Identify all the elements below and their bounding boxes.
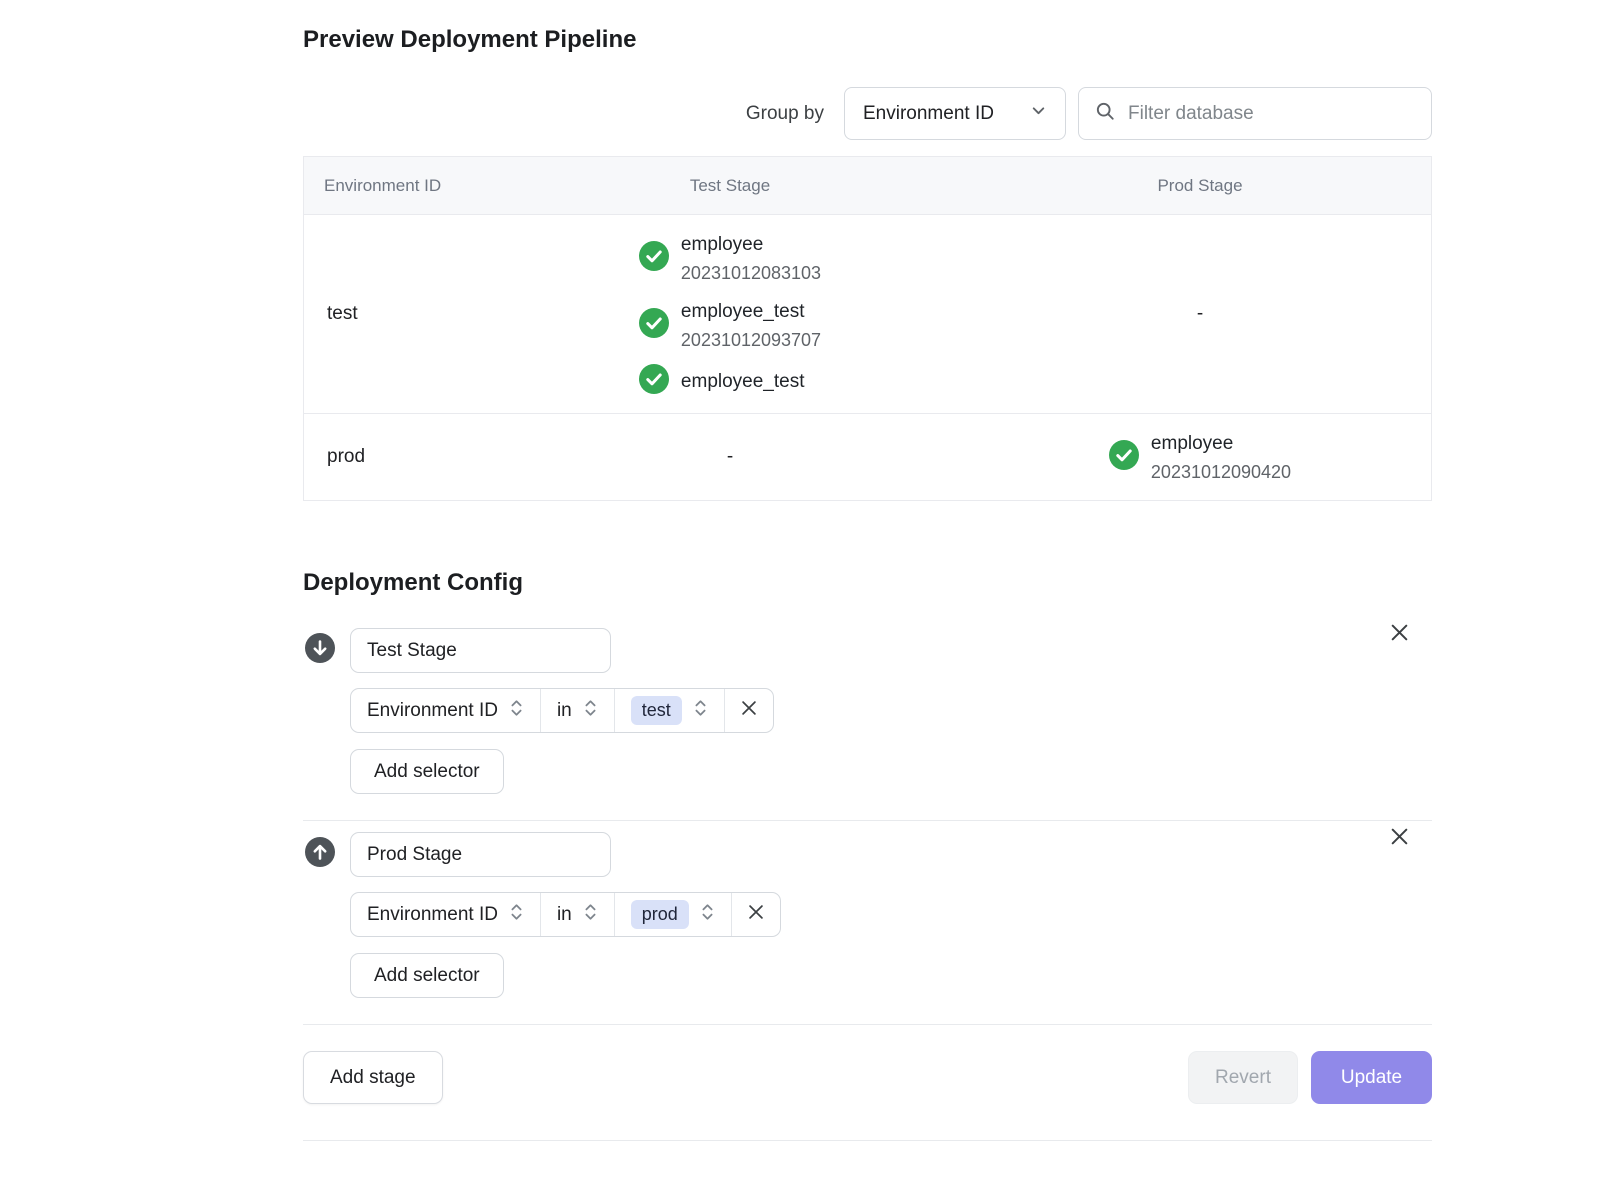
group-by-select[interactable]: Environment ID (844, 87, 1066, 140)
close-icon (1388, 825, 1411, 851)
test-stage-empty-cell: - (491, 446, 969, 468)
selector-value-select[interactable]: test (615, 689, 725, 732)
arrow-down-circle-icon (305, 633, 335, 668)
database-name: employee_test (681, 297, 821, 326)
check-circle-icon (639, 308, 669, 343)
chevron-up-down-icon (693, 699, 708, 723)
filter-database-field[interactable] (1078, 87, 1432, 140)
selector-operator-value: in (557, 904, 572, 926)
deployment-entry: employee 20231012090420 (1109, 429, 1291, 486)
check-circle-icon (1109, 440, 1139, 475)
stage-divider (303, 820, 1432, 821)
config-footer: Add stage Revert Update (303, 1051, 1432, 1104)
deployment-config-title: Deployment Config (303, 569, 1432, 597)
revert-button[interactable]: Revert (1188, 1051, 1298, 1104)
column-header-prod-stage: Prod Stage (969, 176, 1431, 196)
pipeline-toolbar: Group by Environment ID (303, 87, 1432, 140)
add-selector-button[interactable]: Add selector (350, 953, 504, 998)
prod-stage-empty-cell: - (969, 303, 1431, 325)
selector-value-pill: prod (631, 900, 689, 929)
footer-divider (303, 1024, 1432, 1025)
schema-version: 20231012083103 (681, 259, 821, 287)
stage-name-input[interactable] (350, 832, 611, 877)
table-row: test employee 20231012083103 (304, 215, 1431, 414)
database-name: employee_test (681, 367, 805, 396)
database-name: employee (681, 230, 821, 259)
selector-control: Environment ID in test (350, 688, 774, 733)
chevron-up-down-icon (509, 903, 524, 927)
group-by-selected-value: Environment ID (863, 103, 994, 125)
chevron-up-down-icon (583, 699, 598, 723)
search-icon (1095, 101, 1116, 127)
add-selector-button[interactable]: Add selector (350, 749, 504, 794)
database-name: employee (1151, 429, 1291, 458)
deployment-entry: employee_test (639, 364, 821, 399)
add-stage-button[interactable]: Add stage (303, 1051, 443, 1104)
column-header-test-stage: Test Stage (491, 176, 969, 196)
remove-selector-button[interactable] (732, 893, 780, 936)
selector-key-select[interactable]: Environment ID (351, 689, 541, 732)
remove-stage-button[interactable] (1386, 825, 1412, 851)
filter-database-input[interactable] (1128, 103, 1415, 125)
selector-key-value: Environment ID (367, 700, 498, 722)
table-row: prod - employee 20231012090420 (304, 414, 1431, 500)
selector-value-select[interactable]: prod (615, 893, 732, 936)
deployment-entry: employee_test 20231012093707 (639, 297, 821, 354)
stage-name-input[interactable] (350, 628, 611, 673)
stage-card-test: Environment ID in test (303, 628, 1432, 794)
schema-version: 20231012093707 (681, 326, 821, 354)
column-header-environment-id: Environment ID (304, 176, 491, 196)
selector-operator-value: in (557, 700, 572, 722)
selector-control: Environment ID in prod (350, 892, 781, 937)
close-icon (739, 698, 759, 724)
selector-operator-select[interactable]: in (541, 689, 615, 732)
stage-card-prod: Environment ID in prod (303, 832, 1432, 998)
chevron-down-icon (1030, 102, 1047, 125)
pipeline-table: Environment ID Test Stage Prod Stage tes… (303, 156, 1432, 501)
selector-operator-select[interactable]: in (541, 893, 615, 936)
selector-key-value: Environment ID (367, 904, 498, 926)
chevron-up-down-icon (583, 903, 598, 927)
check-circle-icon (639, 364, 669, 399)
close-icon (1388, 621, 1411, 647)
page-title: Preview Deployment Pipeline (303, 26, 1432, 54)
group-by-label: Group by (746, 103, 824, 125)
update-button[interactable]: Update (1311, 1051, 1432, 1104)
close-icon (746, 902, 766, 928)
remove-stage-button[interactable] (1386, 621, 1412, 647)
chevron-up-down-icon (509, 699, 524, 723)
chevron-up-down-icon (700, 903, 715, 927)
main-panel: Preview Deployment Pipeline Group by Env… (303, 0, 1432, 1141)
arrow-up-circle-icon (305, 837, 335, 872)
remove-selector-button[interactable] (725, 689, 773, 732)
prod-stage-cell: employee 20231012090420 (969, 429, 1431, 486)
selector-key-select[interactable]: Environment ID (351, 893, 541, 936)
selector-value-pill: test (631, 696, 682, 725)
pipeline-table-header: Environment ID Test Stage Prod Stage (304, 157, 1431, 215)
schema-version: 20231012090420 (1151, 458, 1291, 486)
page-bottom-divider (303, 1140, 1432, 1141)
environment-id-cell: test (304, 303, 491, 325)
test-stage-cell: employee 20231012083103 employee_test 20… (491, 230, 969, 399)
deployment-entry: employee 20231012083103 (639, 230, 821, 287)
check-circle-icon (639, 241, 669, 276)
environment-id-cell: prod (304, 446, 491, 468)
